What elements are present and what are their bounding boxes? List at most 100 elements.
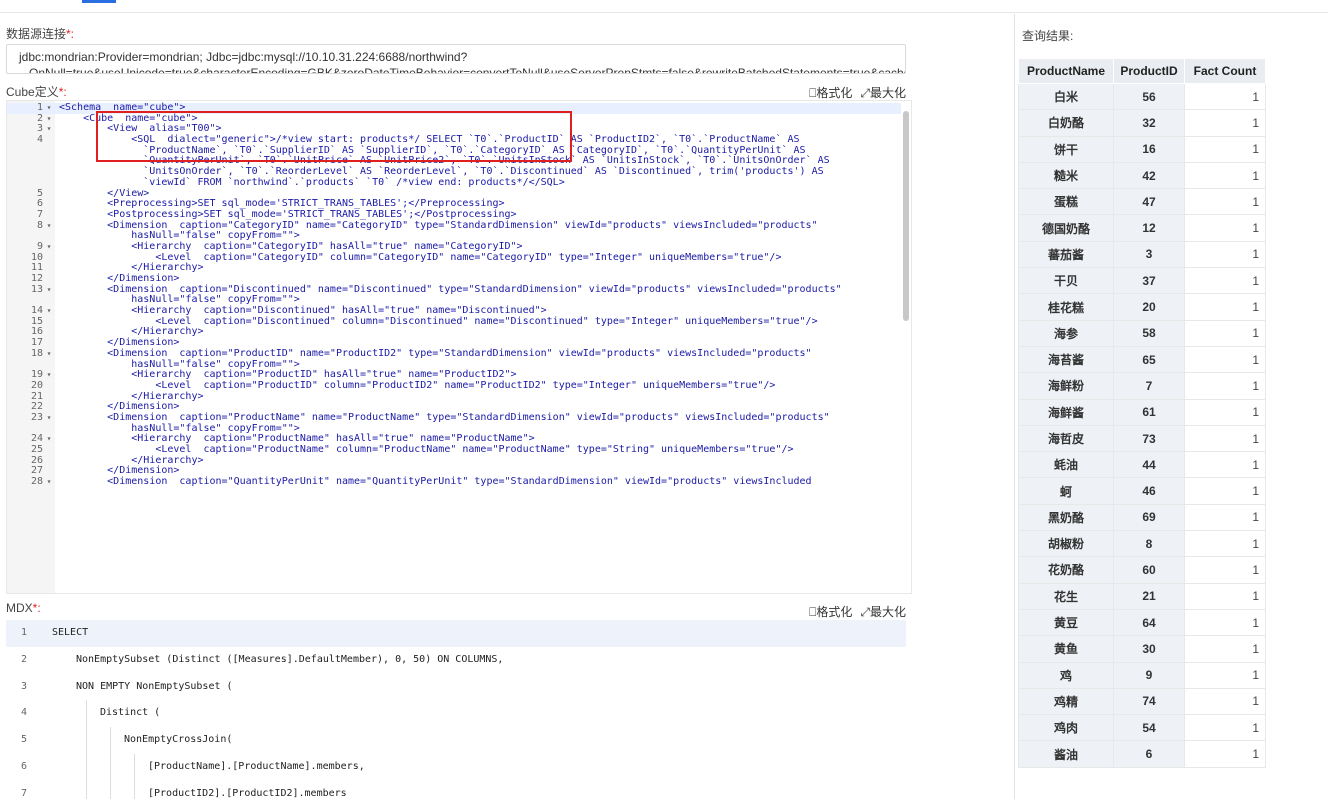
code-line: 18 ▾ <Dimension caption="ProductID" name=… [7,348,901,360]
required-mark: *: [66,27,75,41]
product-id-cell: 73 [1113,424,1185,453]
line-number: 5 [20,734,28,746]
fact-count-cell: 1 [1184,293,1266,321]
column-header[interactable]: ProductName [1018,58,1114,84]
product-name-cell: 黄豆 [1018,608,1114,637]
line-number: 3 [20,680,28,692]
connection-line-1: jdbc:mondrian:Provider=mondrian; Jdbc=jd… [19,50,468,64]
product-id-cell: 74 [1113,687,1185,716]
fold-arrow-icon[interactable]: ▾ [43,221,55,232]
fold-arrow-icon[interactable]: ▾ [43,242,55,253]
fact-count-cell: 1 [1184,661,1266,689]
maximize-label: 最大化 [869,605,906,619]
cube-editor[interactable]: 1 ▾ <Schema name="cube"> 2 ▾ <Cube name="cub… [6,100,912,594]
panel-divider[interactable] [1014,14,1015,799]
fact-count-cell: 1 [1184,188,1266,216]
indent-guide [110,753,111,781]
product-name-cell: 海苔酱 [1018,345,1114,374]
maximize-icon: ⤢ [860,605,870,619]
cube-format-button[interactable]: ⎕格式化 [809,84,852,101]
table-row: 蚝油 44 1 [1018,451,1266,479]
table-row: 鸡肉 54 1 [1018,714,1266,742]
table-row: 白米 56 1 [1018,82,1266,111]
product-id-cell: 65 [1113,345,1185,374]
product-id-cell: 8 [1113,530,1185,558]
code-line: `viewId` FROM `northwind`.`products` `T0… [7,177,901,189]
product-name-cell: 蚝油 [1018,451,1114,479]
mdx-toolbar: ⎕格式化 ⤢最大化 [809,603,906,620]
cube-maximize-button[interactable]: ⤢最大化 [860,84,906,101]
connection-line-2: ...OnNull=true&useUnicode=true&character… [19,66,906,74]
fold-arrow-icon[interactable]: ▾ [43,413,55,424]
mdx-format-button[interactable]: ⎕格式化 [809,603,852,620]
product-id-cell: 46 [1113,477,1185,505]
mdx-line: 1 SELECT [6,620,906,647]
top-divider [0,12,1328,13]
column-header[interactable]: ProductID [1113,58,1185,84]
mdx-line: 5 NonEmptyCrossJoin( [6,727,906,754]
product-name-cell: 白米 [1018,82,1114,111]
code-line: 20 <Level caption="ProductID" column="Pr… [7,379,901,392]
fold-arrow-icon[interactable]: ▾ [43,306,55,317]
column-header[interactable]: Fact Count [1184,58,1266,84]
indent-guide [110,780,111,799]
line-number: 4 [36,134,43,146]
indent-guide [134,780,135,799]
required-mark: *: [58,85,67,99]
fold-arrow-icon[interactable]: ▾ [43,103,55,114]
table-row: 海苔酱 65 1 [1018,345,1266,374]
product-name-cell: 黑奶酪 [1018,503,1114,532]
table-row: 海鲜粉 7 1 [1018,372,1266,400]
mdx-maximize-button[interactable]: ⤢最大化 [860,603,906,620]
product-id-cell: 6 [1113,740,1185,768]
fold-arrow-icon[interactable]: ▾ [43,285,55,296]
fold-arrow-icon[interactable]: ▾ [43,370,55,381]
table-row: 德国奶酪 12 1 [1018,214,1266,242]
mdx-line: 6 [ProductName].[ProductName].members, [6,753,906,781]
editor-scrollbar[interactable] [903,111,909,321]
results-header-row: ProductName ProductID Fact Count [1018,58,1266,84]
product-id-cell: 60 [1113,556,1185,584]
connection-label-text: 数据源连接 [6,27,67,41]
line-number: 28 [30,476,43,488]
fold-arrow-icon[interactable]: ▾ [43,114,55,125]
table-row: 花生 21 1 [1018,582,1266,610]
mdx-text: Distinct ( [100,707,161,719]
format-label: 格式化 [816,86,853,100]
product-name-cell: 鸡精 [1018,687,1114,716]
fold-arrow-icon[interactable]: ▾ [43,434,55,445]
mdx-editor[interactable]: 1 SELECT 2 NonEmptySubset (Distinct ([Measu… [6,620,906,799]
product-name-cell: 糙米 [1018,161,1114,190]
code-text: <Level caption="ProductID" column="Produ… [59,379,776,391]
product-id-cell: 37 [1113,267,1185,295]
product-id-cell: 61 [1113,398,1185,426]
product-id-cell: 3 [1113,240,1185,269]
fact-count-cell: 1 [1184,503,1266,532]
fold-arrow-icon[interactable]: ▾ [43,349,55,360]
fact-count-cell: 1 [1184,82,1266,111]
product-id-cell: 9 [1113,661,1185,689]
line-number: 7 [36,208,43,220]
fact-count-cell: 1 [1184,635,1266,663]
product-id-cell: 32 [1113,109,1185,137]
connection-input[interactable]: jdbc:mondrian:Provider=mondrian; Jdbc=jd… [6,44,906,74]
fold-arrow-icon[interactable]: ▾ [43,124,55,135]
indent-guide [86,700,87,728]
product-name-cell: 白奶酪 [1018,109,1114,137]
table-row: 海鲜酱 61 1 [1018,398,1266,426]
line-number: 4 [20,707,28,719]
fold-arrow-icon[interactable]: ▾ [43,477,55,488]
table-row: 蕃茄酱 3 1 [1018,240,1266,269]
table-row: 干贝 37 1 [1018,267,1266,295]
mdx-text: [ProductName].[ProductName].members, [148,760,365,772]
